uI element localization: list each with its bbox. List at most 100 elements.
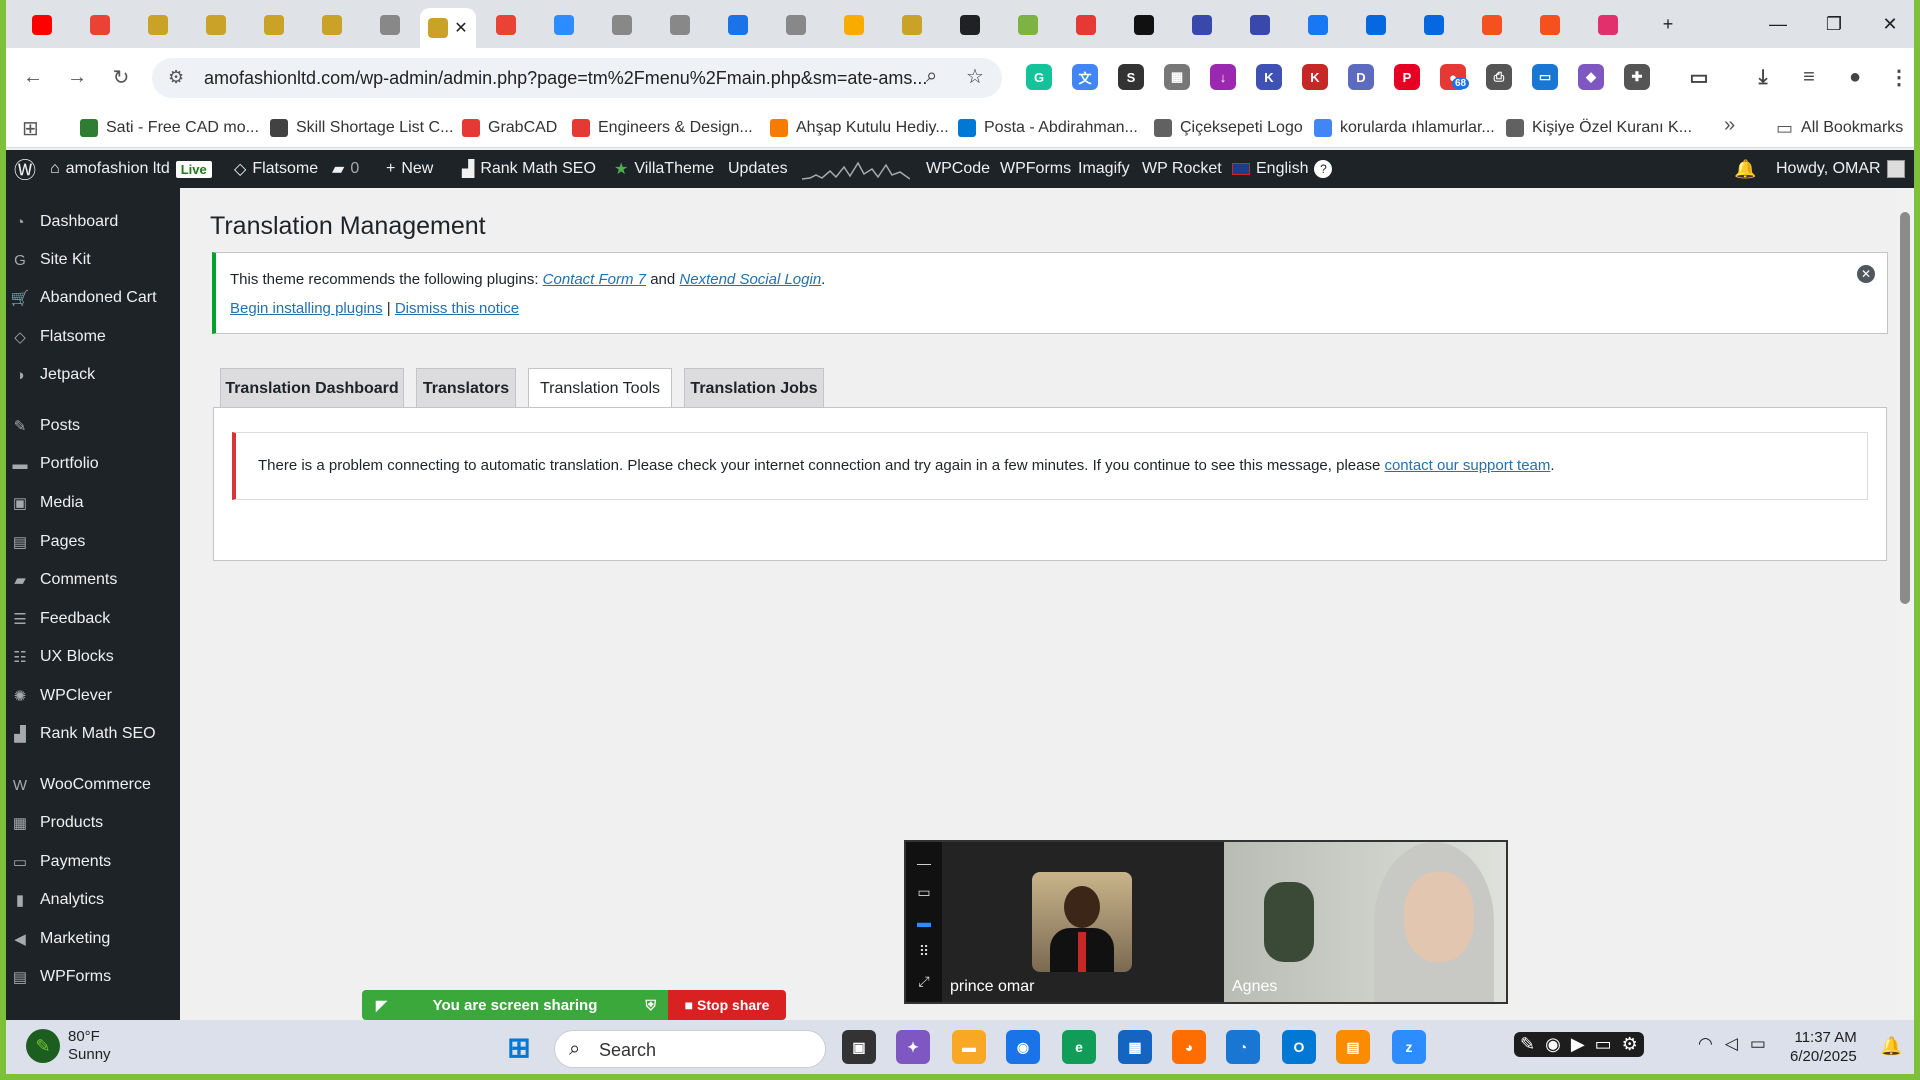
expand-icon[interactable]: ⤢ (918, 973, 929, 990)
bookmark-item[interactable]: Çiçeksepeti Logo (1154, 116, 1303, 140)
contact-form-7-link[interactable]: Contact Form 7 (543, 271, 646, 288)
sidebar-item-pages[interactable]: ▤ Pages (6, 524, 180, 560)
wpcode-menu[interactable]: WPCode (926, 150, 990, 188)
wprocket-menu[interactable]: WP Rocket (1142, 150, 1222, 188)
zoom-taskbar-icon[interactable]: z (1392, 1030, 1426, 1064)
browser-tab[interactable] (1058, 8, 1114, 42)
browser-tab[interactable] (652, 8, 708, 42)
back-icon[interactable]: ← (16, 60, 50, 94)
browser-tab[interactable] (72, 8, 128, 42)
all-bookmarks-button[interactable]: ▭ All Bookmarks (1776, 116, 1903, 140)
zoom-video-window[interactable]: — ▭ ▬ ⠿ ⤢ prince omar Agnes (904, 840, 1508, 1004)
flatsome-menu[interactable]: ◇ Flatsome (234, 150, 318, 188)
profile-avatar[interactable]: ● (1842, 64, 1868, 90)
stop-share-button[interactable]: ■ Stop share (668, 990, 786, 1020)
comments-menu[interactable]: ▰ 0 (332, 150, 359, 188)
browser-tab[interactable] (478, 8, 534, 42)
grammarly-icon[interactable]: G (1026, 64, 1052, 90)
camera-icon[interactable]: ◉ (1545, 1034, 1561, 1055)
outlook-icon[interactable]: O (1282, 1030, 1316, 1064)
address-bar[interactable]: ⚙ amofashionltd.com/wp-admin/admin.php?p… (152, 58, 1002, 98)
site-name-link[interactable]: ⌂ amofashion ltd Live (50, 150, 212, 188)
sidebar-item-media[interactable]: ▣ Media (6, 485, 180, 521)
video-tile-agnes[interactable]: Agnes (1224, 842, 1506, 1002)
browser-tab[interactable]: ✕ (420, 8, 476, 48)
menu-kebab-icon[interactable]: ⋮ (1886, 64, 1912, 90)
copilot-icon[interactable]: ✦ (896, 1030, 930, 1064)
tab-translation-jobs[interactable]: Translation Jobs (684, 368, 824, 408)
sidebar-item-payments[interactable]: ▭ Payments (6, 844, 180, 880)
browser-tab[interactable] (1348, 8, 1404, 42)
browser-tab[interactable] (1522, 8, 1578, 42)
browser-tab[interactable] (826, 8, 882, 42)
weather-widget[interactable]: ✎ 80°F Sunny (26, 1028, 111, 1064)
reload-icon[interactable]: ↻ (104, 60, 138, 94)
browser-tab[interactable] (130, 8, 186, 42)
sidebar-item-analytics[interactable]: ▮ Analytics (6, 882, 180, 918)
d-ext-icon[interactable]: D (1348, 64, 1374, 90)
bookmark-item[interactable]: korularda ıhlamurlar... (1314, 116, 1495, 140)
wifi-icon[interactable]: ◠ (1698, 1034, 1713, 1054)
browser-tab[interactable] (1580, 8, 1636, 42)
video-tile-prince-omar[interactable]: prince omar (942, 842, 1224, 1002)
task-view-icon[interactable]: ▣ (842, 1030, 876, 1064)
minimize-icon[interactable]: — (917, 855, 931, 871)
sidebar-item-portfolio[interactable]: ▬ Portfolio (6, 446, 180, 482)
ext-image-icon[interactable]: ▦ (1164, 64, 1190, 90)
file-explorer-icon[interactable]: ▬ (952, 1030, 986, 1064)
browser-tab[interactable] (1000, 8, 1056, 42)
villatheme-menu[interactable]: ★ VillaTheme (614, 150, 714, 188)
translate-icon[interactable]: 文 (1072, 64, 1098, 90)
wpforms-menu[interactable]: WPForms (1000, 150, 1071, 188)
begin-installing-link[interactable]: Begin installing plugins (230, 300, 383, 317)
minimize-window-icon[interactable]: — (1750, 0, 1806, 48)
edge-icon[interactable]: e (1062, 1030, 1096, 1064)
taskbar-search[interactable]: ⌕ Search (554, 1030, 826, 1068)
outlook-calendar-icon[interactable]: ◔ (1226, 1030, 1260, 1064)
sidebar-item-rank-math-seo[interactable]: ▟ Rank Math SEO (6, 716, 180, 752)
notification-bell-icon[interactable]: 🔔 (1880, 1036, 1902, 1057)
browser-tab[interactable] (594, 8, 650, 42)
speaker-view-icon[interactable]: ▬ (917, 914, 931, 930)
bookmark-item[interactable]: GrabCAD (462, 116, 557, 140)
browser-tab[interactable] (14, 8, 70, 42)
battery-icon[interactable]: ▭ (1750, 1034, 1766, 1054)
single-view-icon[interactable]: ▭ (917, 884, 930, 901)
close-tab-icon[interactable]: ✕ (454, 18, 467, 38)
dismiss-notice-link[interactable]: Dismiss this notice (395, 300, 519, 317)
windows-start-icon[interactable]: ⊞ (502, 1030, 536, 1064)
contact-support-link[interactable]: contact our support team (1384, 457, 1550, 474)
wordpress-logo-icon[interactable]: Ⓦ (14, 150, 36, 188)
sidebar-item-site-kit[interactable]: G Site Kit (6, 242, 180, 278)
pdf-taskbar-icon[interactable]: ▤ (1336, 1030, 1370, 1064)
window-icon[interactable]: ▭ (1595, 1034, 1612, 1055)
browser-tab[interactable] (362, 8, 418, 42)
bookmark-item[interactable]: Sati - Free CAD mo... (80, 116, 259, 140)
tab-translation-dashboard[interactable]: Translation Dashboard (220, 368, 404, 408)
apps-grid-icon[interactable]: ⊞ (22, 116, 39, 141)
language-menu[interactable]: English? (1232, 150, 1333, 188)
browser-tab[interactable] (1116, 8, 1172, 42)
browser-tab[interactable] (304, 8, 360, 42)
rankmath-menu[interactable]: ▟ Rank Math SEO (462, 150, 596, 188)
kp-icon[interactable]: K (1256, 64, 1282, 90)
new-content-menu[interactable]: + New (386, 150, 433, 188)
browser-tab[interactable] (942, 8, 998, 42)
my-account-menu[interactable]: Howdy, OMAR (1776, 150, 1905, 188)
more-bookmarks-icon[interactable]: » (1724, 114, 1735, 137)
browser-tab[interactable] (188, 8, 244, 42)
browser-tab[interactable] (884, 8, 940, 42)
sidebar-item-products[interactable]: ▦ Products (6, 805, 180, 841)
zoom-lens-icon[interactable]: ⌕ (926, 65, 937, 88)
sidebar-item-flatsome[interactable]: ◇ Flatsome (6, 319, 180, 355)
bookmark-item[interactable]: Ahşap Kutulu Hediy... (770, 116, 949, 140)
new-tab-icon[interactable]: + (1640, 0, 1696, 48)
sidebar-item-dashboard[interactable]: ◔ Dashboard (6, 204, 180, 240)
printer-icon[interactable]: ⎙ (1486, 64, 1512, 90)
stats-sparkline[interactable] (802, 150, 910, 188)
browser-tab[interactable] (1406, 8, 1462, 42)
downloads-icon[interactable]: ⤓ (1750, 64, 1776, 90)
sidebar-item-jetpack[interactable]: ◑ Jetpack (6, 357, 180, 393)
nextend-social-login-link[interactable]: Nextend Social Login (679, 271, 821, 288)
tab-translators[interactable]: Translators (416, 368, 516, 408)
